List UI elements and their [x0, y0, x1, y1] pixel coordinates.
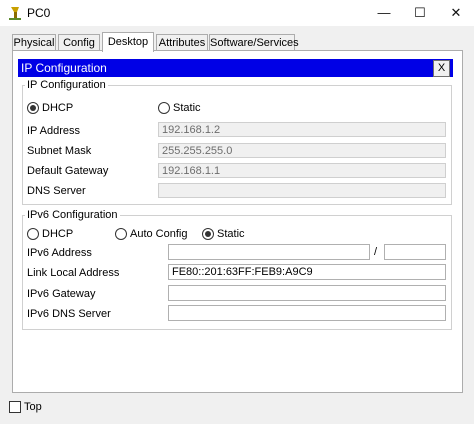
ipv6-static-label: Static [217, 228, 245, 240]
top-checkbox-label: Top [24, 401, 42, 413]
default-gateway-input[interactable]: 192.168.1.1 [158, 163, 446, 178]
default-gateway-label: Default Gateway [27, 165, 109, 177]
ipv6-address-label: IPv6 Address [27, 247, 92, 259]
minimize-button[interactable]: — [366, 0, 402, 26]
close-window-button[interactable]: ✕ [438, 0, 474, 26]
top-checkbox[interactable] [9, 401, 21, 413]
tab-software-services[interactable]: Software/Services [209, 34, 299, 51]
tab-config[interactable]: Config [58, 34, 100, 51]
ipv6-auto-config-radio[interactable] [115, 228, 127, 240]
ipv6-static-radio[interactable] [202, 228, 214, 240]
ipv6-dns-server-input[interactable] [168, 305, 446, 321]
ipv6-address-input[interactable] [168, 244, 370, 260]
title-bar: PC0 — ☐ ✕ [0, 0, 474, 26]
ipv6-prefix-slash: / [374, 246, 378, 258]
ip-config-header-title: IP Configuration [21, 61, 107, 75]
ip-config-close-button[interactable]: X [433, 60, 450, 77]
static-label: Static [173, 102, 201, 114]
dns-server-input[interactable] [158, 183, 446, 198]
ipv6-dhcp-radio[interactable] [27, 228, 39, 240]
ipv6-prefix-input[interactable] [384, 244, 446, 260]
ipv6-gateway-input[interactable] [168, 285, 446, 301]
tab-desktop[interactable]: Desktop [102, 32, 154, 52]
link-local-address-input[interactable]: FE80::201:63FF:FEB9:A9C9 [168, 264, 446, 280]
static-radio[interactable] [158, 102, 170, 114]
maximize-icon: ☐ [414, 5, 426, 20]
link-local-address-label: Link Local Address [27, 267, 120, 279]
tab-attributes[interactable]: Attributes [156, 34, 208, 51]
ipv6-auto-config-label: Auto Config [130, 228, 188, 240]
ipv4-group-title: IP Configuration [25, 79, 108, 91]
dhcp-label: DHCP [42, 102, 74, 114]
dns-server-label: DNS Server [27, 185, 86, 197]
ip-config-header: IP Configuration X [18, 59, 453, 77]
ip-address-label: IP Address [27, 125, 80, 137]
subnet-mask-input[interactable]: 255.255.255.0 [158, 143, 446, 158]
ipv6-dns-server-label: IPv6 DNS Server [27, 308, 111, 320]
tab-physical[interactable]: Physical [12, 34, 56, 51]
pc-app-icon [9, 7, 21, 20]
ip-address-input[interactable]: 192.168.1.2 [158, 122, 446, 137]
subnet-mask-label: Subnet Mask [27, 145, 92, 157]
ipv6-group-title: IPv6 Configuration [25, 209, 120, 221]
maximize-button[interactable]: ☐ [402, 0, 438, 26]
close-icon: ✕ [450, 5, 462, 20]
minimize-icon: — [377, 5, 391, 20]
ipv6-dhcp-label: DHCP [42, 228, 74, 240]
dhcp-radio[interactable] [27, 102, 39, 114]
window-title: PC0 [27, 6, 51, 20]
ipv6-gateway-label: IPv6 Gateway [27, 288, 96, 300]
